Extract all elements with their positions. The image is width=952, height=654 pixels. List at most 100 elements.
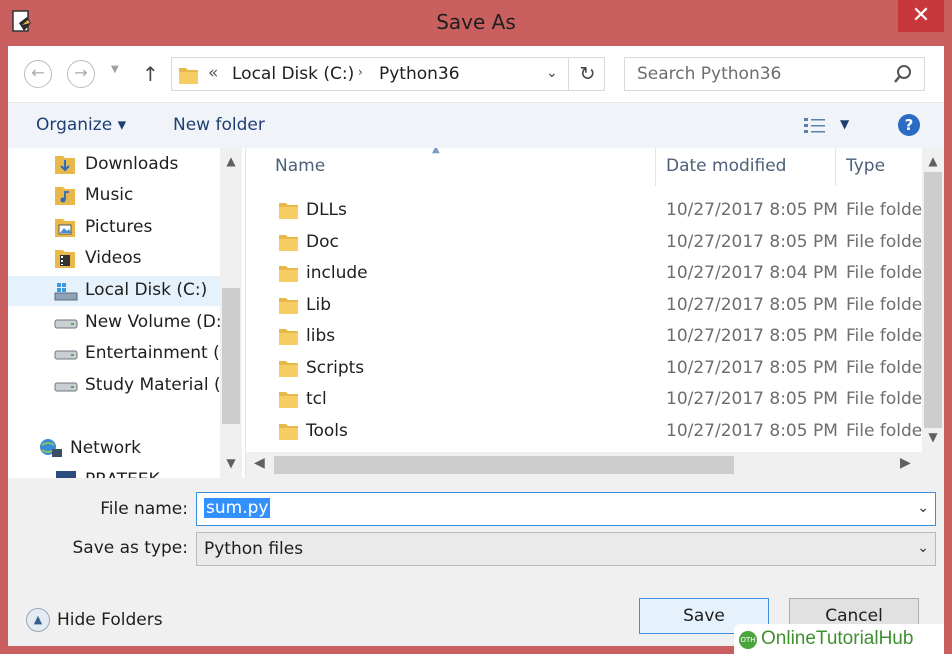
table-row[interactable]: Tools 10/27/2017 8:05 PM File folde (246, 415, 922, 447)
date-modified-cell: 10/27/2017 8:04 PM (666, 263, 838, 283)
search-icon (894, 65, 911, 83)
sidebar-item-label: Local Disk (C:) (85, 280, 208, 300)
back-button[interactable]: ← (24, 60, 52, 88)
videos-folder-icon (55, 250, 75, 268)
sidebar-item-label: Downloads (85, 154, 179, 174)
type-cell: File folde (846, 231, 923, 252)
file-name-cell: DLLs (306, 200, 347, 220)
navigation-scrollbar[interactable]: ▲ ▼ (220, 148, 242, 478)
watermark-text: OnlineTutorialHub (761, 628, 914, 649)
scroll-down-arrow[interactable]: ▼ (220, 456, 242, 470)
title-bar: Save As ✕ (0, 0, 952, 46)
table-row[interactable]: Scripts 10/27/2017 8:05 PM File folde (246, 352, 922, 384)
table-row[interactable]: libs 10/27/2017 8:05 PM File folde (246, 320, 922, 352)
table-row[interactable]: Doc 10/27/2017 8:05 PM File folde (246, 226, 922, 258)
table-row[interactable]: Lib 10/27/2017 8:05 PM File folde (246, 289, 922, 321)
file-list: ▲ Name Date modified Type DLLs 10/27/2017… (246, 148, 944, 478)
save-as-type-select[interactable]: Python files ⌄ (196, 532, 936, 566)
scroll-up-arrow[interactable]: ▲ (220, 154, 242, 168)
sidebar-item-label: New Volume (D:) (85, 312, 220, 332)
dialog-body: ← → ▼ ↑ « Local Disk (C:) › Python36 ⌄ ↻… (8, 46, 944, 646)
sidebar-item-network[interactable]: Network (8, 434, 220, 464)
sidebar-item-label: Pictures (85, 217, 153, 237)
type-cell: File folde (846, 389, 923, 409)
folder-icon (279, 360, 298, 377)
address-bar[interactable]: « Local Disk (C:) › Python36 ⌄ ↻ (171, 57, 605, 91)
breadcrumb-separator[interactable]: › (358, 65, 363, 79)
address-overflow[interactable]: « (208, 63, 218, 83)
file-name-cell: Lib (306, 294, 331, 315)
file-name-input[interactable]: sum.py ⌄ (196, 492, 936, 526)
scrollbar-corner (922, 452, 944, 478)
scroll-up-arrow[interactable]: ▲ (922, 154, 944, 168)
up-button[interactable]: ↑ (142, 60, 162, 88)
type-cell: File folde (846, 200, 923, 220)
watermark: OTH OnlineTutorialHub (734, 624, 944, 654)
table-row[interactable]: include 10/27/2017 8:04 PM File folde (246, 257, 922, 289)
organize-button[interactable]: Organize ▾ (36, 115, 126, 135)
file-name-value: sum.py (204, 498, 271, 518)
view-dropdown[interactable]: ▼ (840, 117, 849, 131)
window-title: Save As (436, 10, 516, 34)
scroll-down-arrow[interactable]: ▼ (922, 430, 944, 444)
date-modified-cell: 10/27/2017 8:05 PM (666, 200, 838, 220)
close-button[interactable]: ✕ (898, 0, 944, 32)
save-as-type-label: Save as type: (72, 538, 188, 558)
recent-locations-button[interactable]: ▼ (111, 64, 119, 75)
scroll-thumb[interactable] (924, 172, 942, 428)
file-list-scrollbar[interactable]: ▲ ▼ (922, 148, 944, 452)
scroll-left-arrow[interactable]: ◀ (254, 455, 265, 471)
sidebar-item-label: Music (85, 185, 134, 205)
chevron-up-icon: ▲ (26, 608, 50, 632)
refresh-button[interactable]: ↻ (568, 58, 606, 90)
column-header-date[interactable]: Date modified (656, 148, 836, 186)
sidebar-item-prateek[interactable]: PRATEEK (8, 466, 220, 478)
type-cell: File folde (846, 263, 923, 283)
column-header-name[interactable]: ▲ Name (246, 148, 656, 186)
save-as-type-dropdown[interactable]: ⌄ (917, 540, 929, 556)
sidebar-item-label: Videos (85, 248, 142, 268)
date-modified-cell: 10/27/2017 8:05 PM (666, 326, 838, 346)
navigation-pane: Downloads Music Pictures Videos Local Di… (8, 148, 246, 478)
network-icon (40, 439, 62, 457)
hide-folders-label: Hide Folders (57, 610, 163, 630)
column-header-type[interactable]: Type (836, 148, 922, 186)
table-row[interactable]: tcl 10/27/2017 8:05 PM File folde (246, 383, 922, 415)
breadcrumb-local-disk[interactable]: Local Disk (C:) (232, 64, 354, 84)
date-modified-cell: 10/27/2017 8:05 PM (666, 231, 838, 252)
sidebar-item-label: Network (70, 438, 141, 458)
sidebar-item-study-material[interactable]: Study Material (F (8, 371, 220, 401)
table-row[interactable]: DLLs 10/27/2017 8:05 PM File folde (246, 194, 922, 226)
sidebar-item-entertainment[interactable]: Entertainment (E (8, 339, 220, 369)
scroll-thumb[interactable] (274, 456, 734, 474)
sidebar-item-new-volume[interactable]: New Volume (D:) (8, 308, 220, 338)
scroll-thumb[interactable] (222, 288, 240, 424)
drive-icon (54, 382, 78, 392)
type-cell: File folde (846, 294, 923, 315)
sidebar-item-local-disk[interactable]: Local Disk (C:) (8, 276, 220, 306)
sidebar-item-videos[interactable]: Videos (8, 244, 220, 274)
drive-icon (54, 350, 78, 360)
file-name-cell: tcl (306, 389, 327, 409)
date-modified-cell: 10/27/2017 8:05 PM (666, 294, 838, 315)
command-bar: Organize ▾ New folder ▼ ? (8, 102, 944, 148)
breadcrumb-python36[interactable]: Python36 (379, 64, 460, 84)
horizontal-scrollbar[interactable]: ◀ ▶ (246, 452, 922, 478)
sidebar-item-pictures[interactable]: Pictures (8, 213, 220, 243)
address-dropdown[interactable]: ⌄ (546, 65, 558, 81)
type-cell: File folde (846, 326, 923, 346)
sidebar-item-music[interactable]: Music (8, 181, 220, 211)
drive-icon (54, 283, 78, 301)
forward-button[interactable]: → (67, 60, 95, 88)
folder-icon (279, 392, 298, 408)
help-icon[interactable]: ? (898, 114, 920, 136)
sidebar-item-downloads[interactable]: Downloads (8, 150, 220, 180)
view-options-icon[interactable] (803, 115, 827, 137)
scroll-right-arrow[interactable]: ▶ (900, 455, 911, 471)
file-name-cell: Tools (306, 420, 348, 441)
sort-arrow-icon: ▲ (432, 148, 440, 155)
search-input[interactable]: Search Python36 (624, 57, 925, 91)
save-as-dialog: Save As ✕ ← → ▼ ↑ « Local Disk (C:) › Py… (0, 0, 952, 654)
file-name-dropdown[interactable]: ⌄ (917, 500, 929, 516)
new-folder-button[interactable]: New folder (173, 115, 265, 135)
